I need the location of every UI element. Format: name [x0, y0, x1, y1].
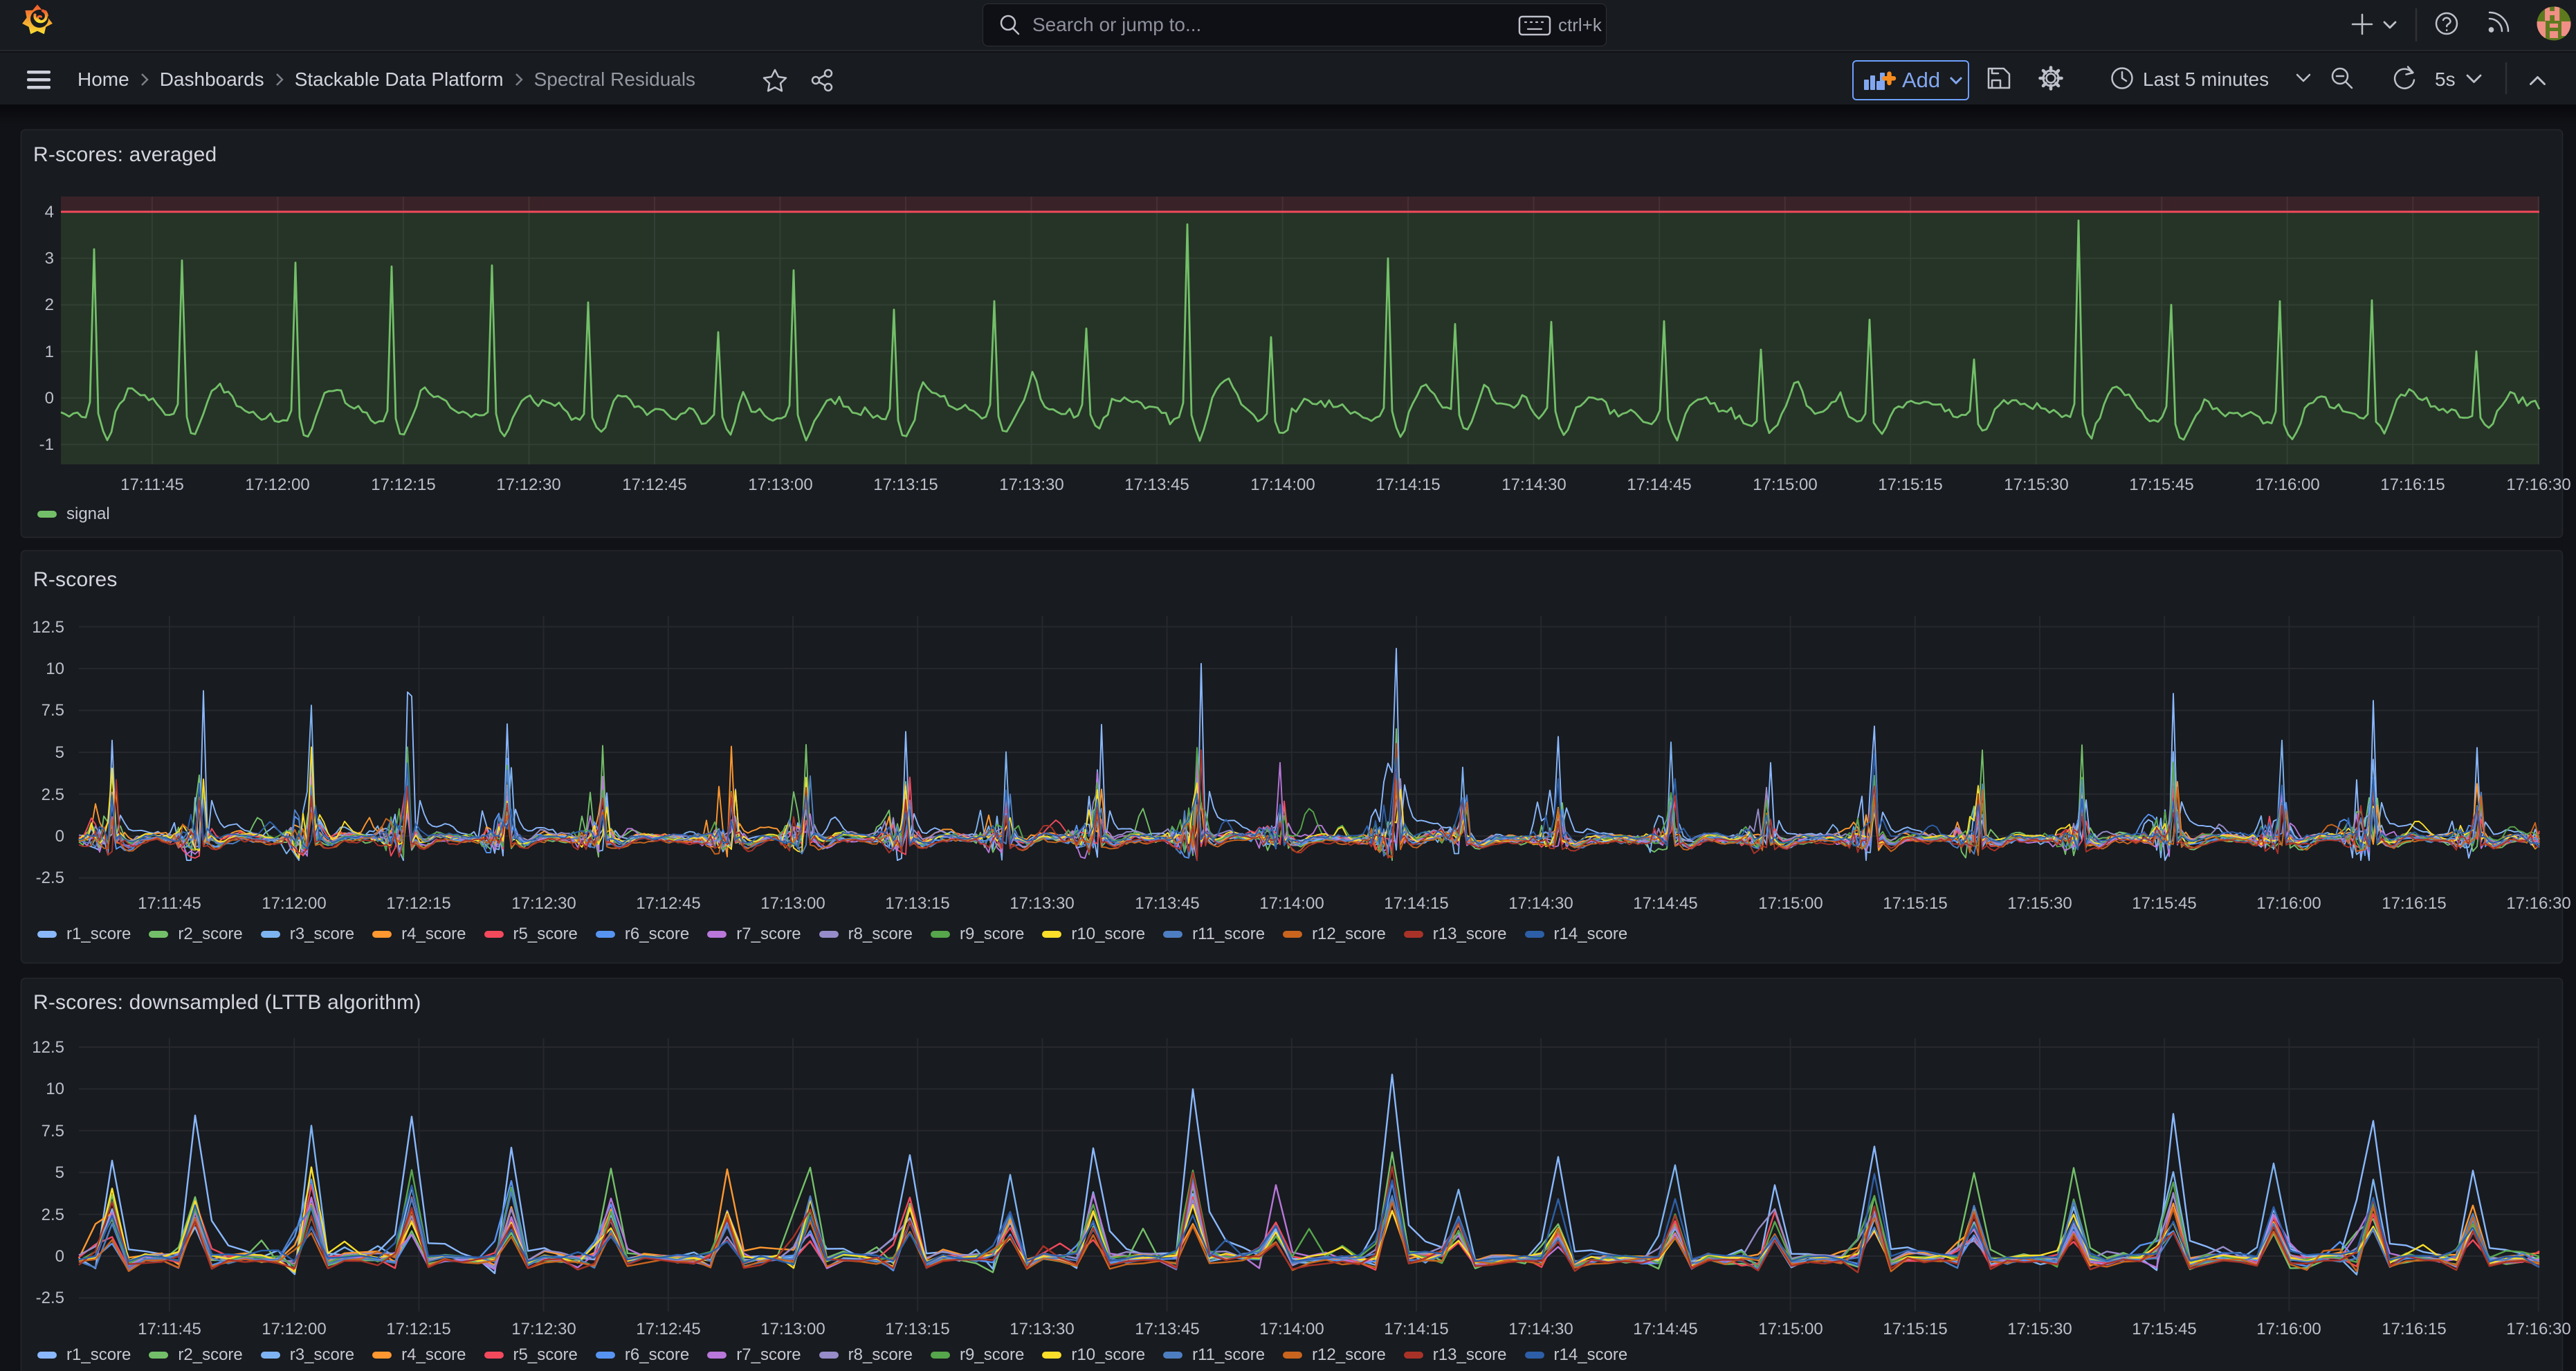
svg-text:17:13:00: 17:13:00 — [748, 475, 812, 494]
svg-text:0: 0 — [55, 827, 64, 846]
svg-text:17:12:45: 17:12:45 — [636, 1320, 700, 1338]
svg-text:2: 2 — [45, 296, 54, 314]
svg-text:17:14:45: 17:14:45 — [1627, 475, 1691, 494]
svg-text:17:12:45: 17:12:45 — [636, 894, 700, 913]
svg-text:17:15:45: 17:15:45 — [2132, 894, 2196, 913]
svg-text:17:14:45: 17:14:45 — [1633, 894, 1697, 913]
svg-text:10: 10 — [46, 660, 64, 678]
svg-text:-2.5: -2.5 — [36, 1289, 64, 1307]
svg-text:17:15:15: 17:15:15 — [1878, 475, 1942, 494]
svg-text:17:15:30: 17:15:30 — [2004, 475, 2068, 494]
svg-text:17:14:15: 17:14:15 — [1376, 475, 1440, 494]
svg-text:17:15:15: 17:15:15 — [1883, 1320, 1947, 1338]
svg-text:17:15:00: 17:15:00 — [1758, 1320, 1823, 1338]
svg-text:17:13:45: 17:13:45 — [1124, 475, 1189, 494]
svg-text:17:12:15: 17:12:15 — [371, 475, 435, 494]
svg-text:17:13:30: 17:13:30 — [1010, 1320, 1074, 1338]
svg-text:17:13:45: 17:13:45 — [1135, 1320, 1199, 1338]
svg-text:17:12:15: 17:12:15 — [386, 1320, 450, 1338]
svg-text:17:14:15: 17:14:15 — [1384, 1320, 1448, 1338]
svg-text:17:15:45: 17:15:45 — [2129, 475, 2193, 494]
svg-text:1: 1 — [45, 343, 54, 361]
svg-text:0: 0 — [45, 389, 54, 408]
svg-text:17:14:00: 17:14:00 — [1259, 1320, 1324, 1338]
svg-text:17:12:00: 17:12:00 — [262, 894, 326, 913]
svg-text:7.5: 7.5 — [42, 1122, 64, 1141]
svg-text:5: 5 — [55, 743, 64, 762]
svg-text:17:14:00: 17:14:00 — [1250, 475, 1315, 494]
svg-text:17:13:15: 17:13:15 — [885, 1320, 949, 1338]
svg-text:12.5: 12.5 — [32, 1038, 64, 1057]
svg-text:0: 0 — [55, 1247, 64, 1266]
svg-text:17:16:15: 17:16:15 — [2382, 1320, 2446, 1338]
svg-text:17:15:30: 17:15:30 — [2007, 894, 2072, 913]
svg-text:17:12:00: 17:12:00 — [262, 1320, 326, 1338]
svg-text:-2.5: -2.5 — [36, 869, 64, 887]
svg-text:17:15:15: 17:15:15 — [1883, 894, 1947, 913]
svg-text:17:14:15: 17:14:15 — [1384, 894, 1448, 913]
svg-text:17:15:00: 17:15:00 — [1758, 894, 1823, 913]
svg-text:17:16:30: 17:16:30 — [2506, 894, 2570, 913]
svg-text:17:16:30: 17:16:30 — [2506, 1320, 2570, 1338]
svg-text:17:13:30: 17:13:30 — [1010, 894, 1074, 913]
svg-text:17:14:30: 17:14:30 — [1501, 475, 1566, 494]
svg-text:12.5: 12.5 — [32, 618, 64, 637]
svg-text:17:16:00: 17:16:00 — [2256, 1320, 2321, 1338]
svg-text:17:14:00: 17:14:00 — [1259, 894, 1324, 913]
svg-text:17:13:45: 17:13:45 — [1135, 894, 1199, 913]
svg-text:17:15:45: 17:15:45 — [2132, 1320, 2196, 1338]
svg-text:17:12:15: 17:12:15 — [386, 894, 450, 913]
svg-text:17:13:30: 17:13:30 — [999, 475, 1063, 494]
svg-text:5: 5 — [55, 1163, 64, 1182]
svg-text:-1: -1 — [39, 435, 54, 454]
svg-text:17:12:30: 17:12:30 — [496, 475, 560, 494]
svg-text:17:16:00: 17:16:00 — [2256, 894, 2321, 913]
svg-text:17:15:00: 17:15:00 — [1753, 475, 1817, 494]
svg-text:17:13:00: 17:13:00 — [760, 894, 825, 913]
svg-text:17:14:30: 17:14:30 — [1508, 1320, 1573, 1338]
svg-text:17:11:45: 17:11:45 — [138, 894, 201, 913]
svg-text:17:12:45: 17:12:45 — [622, 475, 686, 494]
svg-text:2.5: 2.5 — [42, 1206, 64, 1224]
svg-text:3: 3 — [45, 249, 54, 268]
svg-text:4: 4 — [45, 203, 54, 221]
svg-text:10: 10 — [46, 1080, 64, 1098]
svg-text:17:13:15: 17:13:15 — [885, 894, 949, 913]
svg-text:17:14:45: 17:14:45 — [1633, 1320, 1697, 1338]
svg-text:17:12:30: 17:12:30 — [511, 894, 576, 913]
svg-text:17:12:00: 17:12:00 — [245, 475, 309, 494]
svg-text:17:16:00: 17:16:00 — [2255, 475, 2319, 494]
svg-text:17:15:30: 17:15:30 — [2007, 1320, 2072, 1338]
svg-text:17:16:15: 17:16:15 — [2382, 894, 2446, 913]
svg-text:17:12:30: 17:12:30 — [511, 1320, 576, 1338]
svg-text:17:11:45: 17:11:45 — [138, 1320, 201, 1338]
svg-text:2.5: 2.5 — [42, 786, 64, 804]
svg-text:17:13:00: 17:13:00 — [760, 1320, 825, 1338]
svg-text:17:13:15: 17:13:15 — [873, 475, 938, 494]
svg-text:17:16:15: 17:16:15 — [2380, 475, 2445, 494]
svg-text:17:16:30: 17:16:30 — [2506, 475, 2570, 494]
svg-text:17:11:45: 17:11:45 — [120, 475, 184, 494]
svg-text:7.5: 7.5 — [42, 701, 64, 720]
svg-text:17:14:30: 17:14:30 — [1508, 894, 1573, 913]
